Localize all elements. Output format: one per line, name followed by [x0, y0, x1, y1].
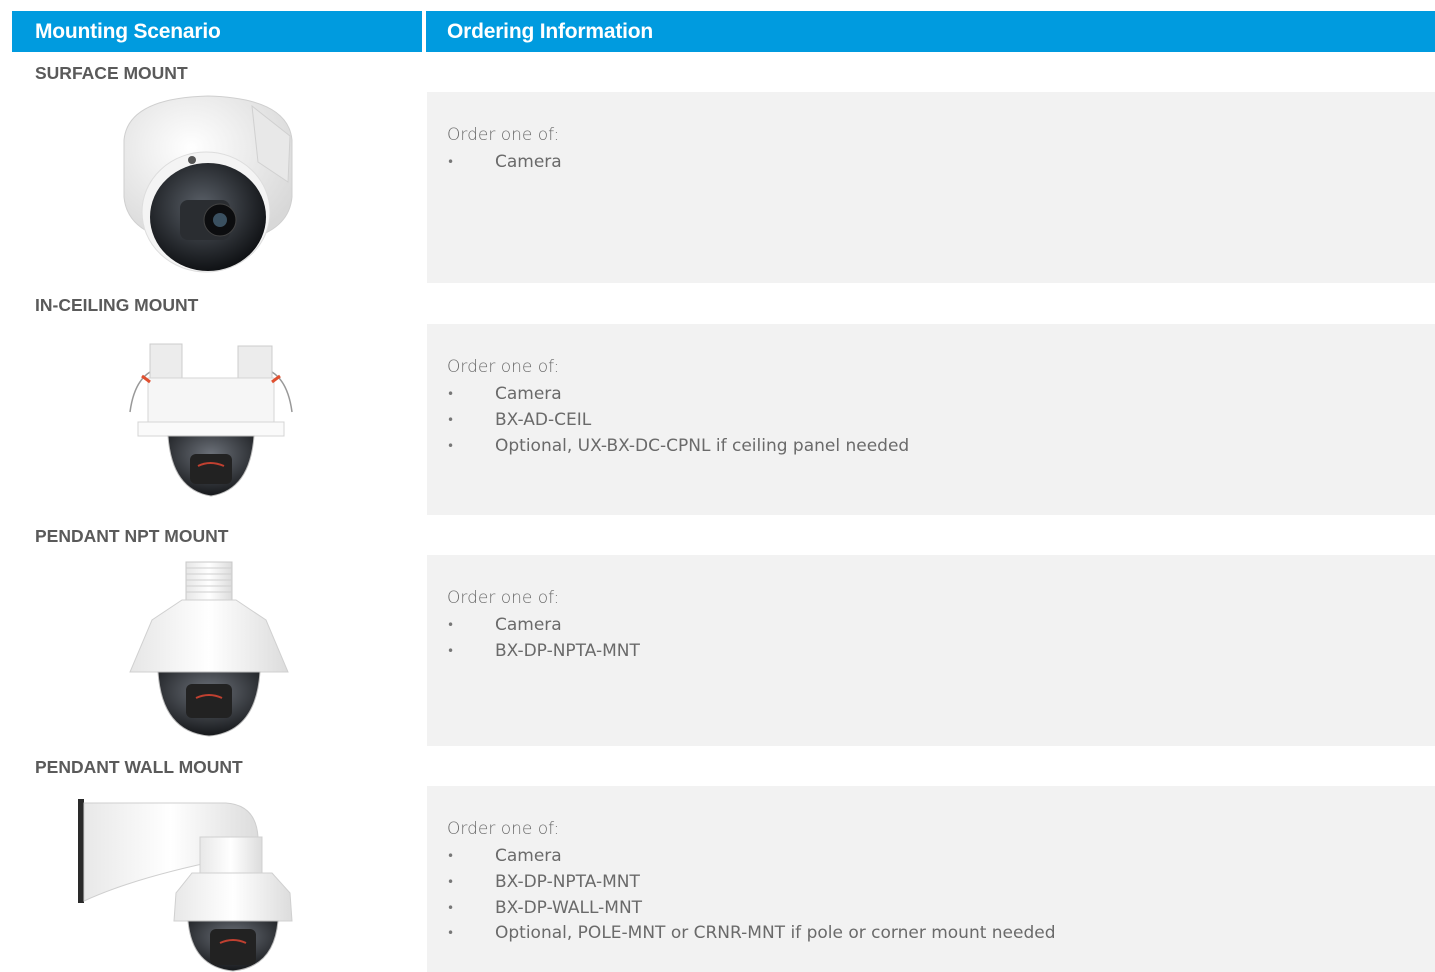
- mount-title-in-ceiling: IN-CEILING MOUNT: [35, 295, 199, 315]
- bullet-icon: •: [447, 387, 455, 401]
- list-item: • Optional, POLE-MNT or CRNR-MNT if pole …: [447, 921, 1056, 947]
- mount-title-surface: SURFACE MOUNT: [35, 63, 188, 83]
- ordering-panel-pendant-npt: Order one of: • Camera • BX-DP-NPTA-MNT: [427, 555, 1435, 746]
- order-lead: Order one of:: [447, 819, 560, 839]
- list-item: • BX-DP-NPTA-MNT: [447, 639, 640, 665]
- list-item: • Camera: [447, 613, 640, 639]
- ordering-panel-surface: Order one of: • Camera: [427, 92, 1435, 283]
- column-header-ordering-information: Ordering Information: [426, 11, 1435, 52]
- order-list: • Camera: [447, 150, 562, 176]
- list-item: • Optional, UX-BX-DC-CPNL if ceiling pane…: [447, 434, 909, 460]
- bullet-icon: •: [447, 412, 455, 427]
- column-header-mounting-scenario: Mounting Scenario: [12, 11, 422, 52]
- list-item: • Camera: [447, 150, 562, 176]
- ordering-panel-pendant-wall: Order one of: • Camera • BX-DP-NPTA-MNT • B…: [427, 786, 1435, 972]
- order-list: • Camera • BX-AD-CEIL • Optional, UX-BX-DC-…: [447, 382, 909, 459]
- in-ceiling-mount-camera-image: [129, 343, 293, 497]
- list-item: • BX-AD-CEIL: [447, 408, 909, 434]
- ordering-panel-in-ceiling: Order one of: • Camera • BX-AD-CEIL • Optio…: [427, 324, 1435, 515]
- mount-title-pendant-npt: PENDANT NPT MOUNT: [35, 526, 229, 546]
- list-item: • BX-DP-WALL-MNT: [447, 896, 1056, 922]
- bullet-icon: •: [447, 900, 455, 915]
- mount-title-pendant-wall: PENDANT WALL MOUNT: [35, 757, 243, 777]
- pendant-wall-mount-camera-image: [78, 799, 293, 972]
- list-item: • Camera: [447, 382, 909, 408]
- bullet-icon: •: [447, 618, 455, 632]
- order-list: • Camera • BX-DP-NPTA-MNT • BX-DP-WALL-MNT …: [447, 844, 1056, 947]
- order-lead: Order one of:: [447, 125, 560, 145]
- order-list: • Camera • BX-DP-NPTA-MNT: [447, 613, 640, 665]
- bullet-icon: •: [447, 874, 455, 889]
- list-item: • Camera: [447, 844, 1056, 870]
- bullet-icon: •: [447, 926, 455, 941]
- bullet-icon: •: [447, 643, 455, 658]
- bullet-icon: •: [447, 155, 455, 169]
- order-lead: Order one of:: [447, 357, 560, 377]
- pendant-npt-mount-camera-image: [129, 561, 289, 737]
- order-lead: Order one of:: [447, 588, 560, 608]
- list-item: • BX-DP-NPTA-MNT: [447, 870, 1056, 896]
- bullet-icon: •: [447, 438, 455, 453]
- surface-mount-camera-image: [123, 95, 293, 273]
- bullet-icon: •: [447, 849, 455, 863]
